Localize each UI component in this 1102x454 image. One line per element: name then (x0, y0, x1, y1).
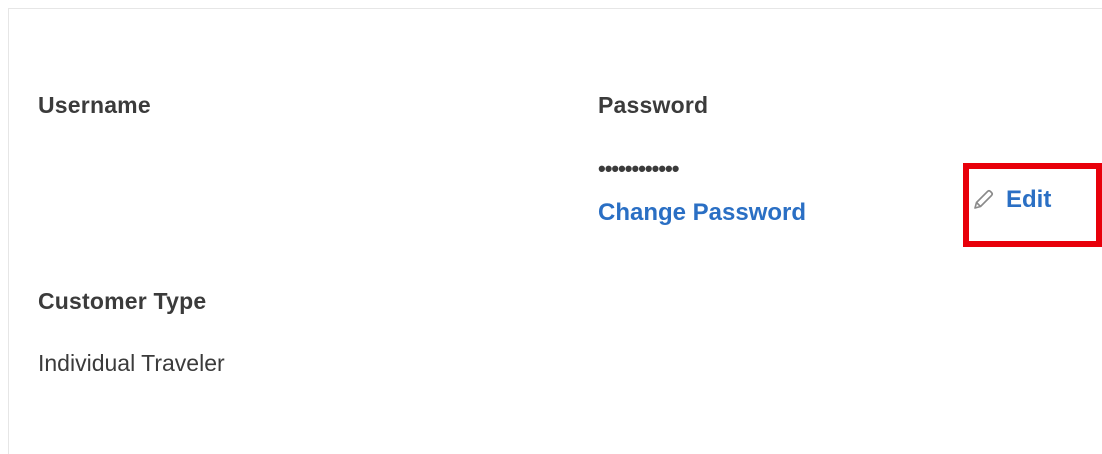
customer-type-value: Individual Traveler (38, 350, 225, 376)
card-left-border (8, 8, 9, 454)
pencil-icon (970, 187, 996, 213)
password-masked-value: •••••••••••• (598, 156, 679, 181)
change-password-link[interactable]: Change Password (598, 199, 806, 227)
edit-label: Edit (1006, 186, 1052, 213)
card-top-border (8, 8, 1102, 9)
customer-type-label: Customer Type (38, 288, 207, 314)
account-details-card: Username Password •••••••••••• Change Pa… (0, 0, 1102, 454)
edit-button[interactable]: Edit (970, 186, 1051, 214)
username-label: Username (38, 92, 151, 118)
password-label: Password (598, 92, 709, 118)
